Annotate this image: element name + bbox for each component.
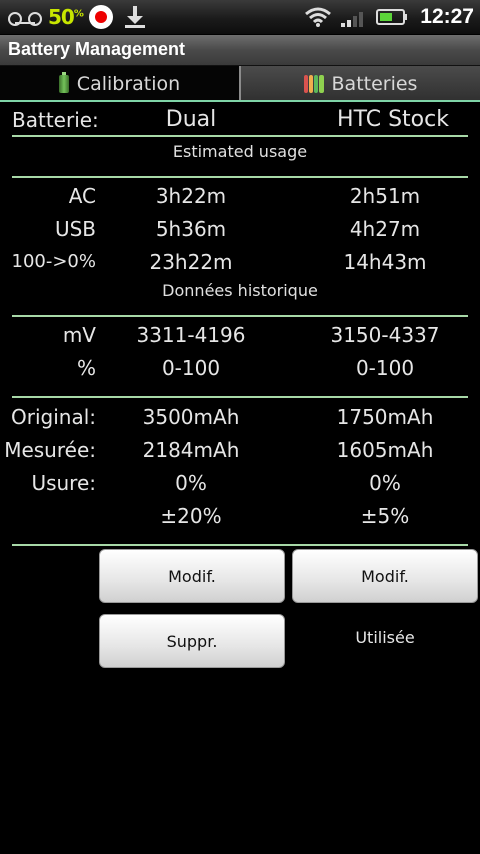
- value-battery-1: 5h36m: [155, 217, 227, 241]
- battery-name-1: Dual: [165, 107, 217, 132]
- value-battery-1: 3311-4196: [136, 323, 246, 347]
- download-icon: [124, 6, 145, 28]
- capacity-row-original: Original: 3500mAh 1750mAh: [0, 401, 480, 433]
- value-battery-2: 0%: [369, 471, 401, 495]
- historical-row-percent: % 0-100 0-100: [0, 352, 480, 384]
- estimated-usage-title: Estimated usage: [172, 142, 308, 161]
- value-battery-1: 0-100: [161, 356, 221, 380]
- signal-icon: [340, 6, 368, 28]
- value-battery-2: 1750mAh: [336, 405, 434, 429]
- value-battery-2: ±5%: [360, 504, 410, 528]
- title-bar: Battery Management: [0, 35, 480, 66]
- row-label: Usure:: [31, 471, 96, 495]
- divider: [12, 135, 468, 137]
- tab-label: Calibration: [76, 73, 181, 95]
- historical-title: Données historique: [162, 281, 318, 300]
- status-bar: 50% 12:27: [0, 0, 480, 35]
- usage-row-usb: USB 5h36m 4h27m: [0, 213, 480, 245]
- tab-calibration[interactable]: Calibration: [0, 66, 241, 102]
- in-use-label: Utilisée: [355, 628, 415, 647]
- app-title: Battery Management: [8, 39, 186, 59]
- historical-row-mv: mV 3311-4196 3150-4337: [0, 319, 480, 351]
- row-label: %: [76, 356, 96, 380]
- record-icon: [88, 5, 113, 29]
- value-battery-2: 1605mAh: [336, 438, 434, 462]
- battery-name-2: HTC Stock: [337, 107, 449, 132]
- status-left: 50%: [8, 4, 145, 30]
- divider: [12, 396, 468, 398]
- modify-button-battery-2[interactable]: Modif.: [292, 549, 478, 603]
- value-battery-1: ±20%: [160, 504, 222, 528]
- header-row: Batterie: Dual HTC Stock: [0, 104, 480, 136]
- value-battery-1: 0%: [175, 471, 207, 495]
- divider: [12, 544, 468, 546]
- batteries-icon: [303, 75, 324, 93]
- tab-bar: Calibration Batteries: [0, 66, 480, 102]
- row-label: USB: [54, 217, 96, 241]
- row-label: Original:: [11, 405, 96, 429]
- modify-button-battery-1[interactable]: Modif.: [99, 549, 285, 603]
- value-battery-2: 4h27m: [349, 217, 421, 241]
- value-battery-2: 2h51m: [349, 184, 421, 208]
- usage-row-ac: AC 3h22m 2h51m: [0, 180, 480, 212]
- clock: 12:27: [420, 5, 474, 28]
- tab-underline: [0, 100, 480, 102]
- value-battery-2: 3150-4337: [330, 323, 440, 347]
- capacity-row-wear: Usure: 0% 0%: [0, 467, 480, 499]
- divider: [12, 315, 468, 317]
- status-right: 12:27: [304, 2, 474, 32]
- divider: [12, 176, 468, 178]
- value-battery-1: 3h22m: [155, 184, 227, 208]
- row-label: mV: [62, 323, 96, 347]
- battery-icon: [58, 72, 69, 93]
- value-battery-1: 2184mAh: [142, 438, 240, 462]
- tab-batteries[interactable]: Batteries: [241, 66, 480, 102]
- row-label: 100->0%: [11, 251, 97, 272]
- wifi-icon: [304, 6, 332, 28]
- battery-percent: 50%: [48, 5, 84, 29]
- row-label: AC: [68, 184, 96, 208]
- usage-row-discharge: 100->0% 23h22m 14h43m: [0, 246, 480, 278]
- voicemail-icon: [8, 10, 42, 26]
- row-label: Mesurée:: [4, 438, 96, 462]
- value-battery-2: 0-100: [355, 356, 415, 380]
- capacity-row-tolerance: ±20% ±5%: [0, 500, 480, 532]
- value-battery-1: 23h22m: [149, 250, 233, 274]
- value-battery-2: 14h43m: [343, 250, 427, 274]
- capacity-row-measured: Mesurée: 2184mAh 1605mAh: [0, 434, 480, 466]
- delete-button-battery-1[interactable]: Suppr.: [99, 614, 285, 668]
- battery-icon: [376, 8, 408, 26]
- value-battery-1: 3500mAh: [142, 405, 240, 429]
- tab-label: Batteries: [331, 73, 418, 95]
- batterie-label: Batterie:: [12, 108, 99, 132]
